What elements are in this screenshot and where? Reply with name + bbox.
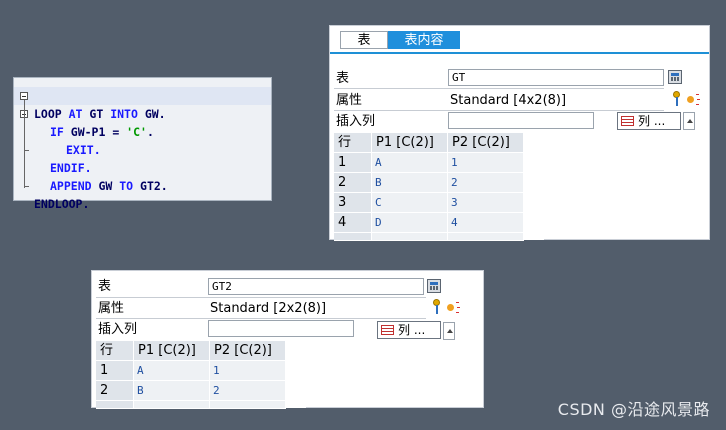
- table-tool-icon[interactable]: [668, 70, 682, 84]
- collapse-loop-icon[interactable]: [20, 92, 28, 100]
- table-cell[interactable]: 3: [448, 193, 524, 213]
- code-line-4[interactable]: ENDIF.: [14, 141, 271, 175]
- row-number-cell[interactable]: 3: [334, 193, 372, 213]
- column-header[interactable]: P2 [C(2)]: [210, 341, 286, 361]
- row-number-cell[interactable]: 2: [334, 173, 372, 193]
- row-divider: [334, 110, 664, 111]
- data-grid: 行 P1 [C(2)] P2 [C(2)] 1 A 1 2 B 2: [96, 341, 306, 409]
- table-cell[interactable]: C: [372, 193, 448, 213]
- code-line-1[interactable]: LOOP AT GT INTO GW.: [14, 87, 271, 121]
- empty-row-cell: [96, 401, 134, 409]
- empty-row-cell: [134, 401, 210, 409]
- insert-column-label: 插入列: [336, 114, 376, 129]
- data-grid: 行 P1 [C(2)] P2 [C(2)] 1 A 1 2 B 2 3 C 3 4 D 4: [334, 133, 544, 241]
- code-line-6[interactable]: ENDLOOP.: [14, 177, 271, 211]
- table-cell[interactable]: 2: [210, 381, 286, 401]
- empty-row-cell: [210, 401, 286, 409]
- row-divider: [334, 88, 664, 89]
- identifier-token: ENDLOOP.: [34, 197, 90, 211]
- attribute-label: 属性: [336, 93, 363, 108]
- code-line-3[interactable]: EXIT.: [14, 123, 271, 157]
- table-cell[interactable]: 1: [448, 153, 524, 173]
- table-columns-icon: [621, 116, 634, 126]
- table-cell[interactable]: 2: [448, 173, 524, 193]
- code-line-2[interactable]: IF GW-P1 = 'C'.: [14, 105, 271, 139]
- row-divider: [96, 297, 426, 298]
- abap-code-editor[interactable]: LOOP AT GT INTO GW. IF GW-P1 = 'C'. EXIT…: [13, 77, 272, 211]
- columns-button[interactable]: 列 ...: [377, 321, 441, 339]
- row-number-cell[interactable]: 4: [334, 213, 372, 233]
- table-cell[interactable]: 4: [448, 213, 524, 233]
- key-icon[interactable]: [431, 299, 441, 315]
- attribute-value: Standard [4x2(8)]: [450, 93, 567, 108]
- column-header[interactable]: P1 [C(2)]: [372, 133, 448, 153]
- code-text: ENDLOOP.: [34, 195, 89, 213]
- code-line-5[interactable]: APPEND GW TO GT2.: [14, 159, 271, 193]
- insert-column-input[interactable]: [208, 320, 354, 337]
- column-header[interactable]: P1 [C(2)]: [134, 341, 210, 361]
- change-icon[interactable]: [687, 92, 701, 106]
- row-number-cell[interactable]: 2: [96, 381, 134, 401]
- tab-table[interactable]: 表: [340, 31, 388, 49]
- columns-button-label: 列 ...: [638, 114, 666, 128]
- table-cell[interactable]: A: [134, 361, 210, 381]
- row-divider: [96, 318, 426, 319]
- fold-end-tick: [24, 186, 29, 187]
- columns-dropdown-button[interactable]: [683, 112, 695, 130]
- columns-button-label: 列 ...: [398, 323, 426, 337]
- change-icon[interactable]: [447, 300, 461, 314]
- tab-table-contents[interactable]: 表内容: [388, 31, 460, 49]
- columns-dropdown-button[interactable]: [443, 322, 455, 340]
- insert-column-input[interactable]: [448, 112, 594, 129]
- column-header[interactable]: 行: [334, 133, 372, 153]
- table-cell[interactable]: B: [372, 173, 448, 193]
- table-cell[interactable]: 1: [210, 361, 286, 381]
- empty-row-cell: [334, 233, 372, 241]
- table-viewer-gt2: 表 GT2 属性 Standard [2x2(8)] 插入列 列 ... 行 P1…: [91, 270, 484, 409]
- table-tool-icon[interactable]: [427, 279, 441, 293]
- table-cell[interactable]: D: [372, 213, 448, 233]
- table-cell[interactable]: A: [372, 153, 448, 173]
- table-columns-icon: [381, 325, 394, 335]
- key-icon[interactable]: [671, 91, 681, 107]
- insert-column-label: 插入列: [98, 322, 138, 337]
- row-number-cell[interactable]: 1: [334, 153, 372, 173]
- table-name-field[interactable]: GT2: [208, 278, 424, 295]
- table-label: 表: [336, 71, 350, 86]
- tab-bar: 表 表内容: [330, 26, 709, 54]
- table-cell[interactable]: B: [134, 381, 210, 401]
- row-number-cell[interactable]: 1: [96, 361, 134, 381]
- fold-end-tick: [24, 150, 29, 151]
- attribute-label: 属性: [98, 301, 125, 316]
- table-viewer-gt: 表 表内容 表 GT 属性 Standard [4x2(8)] 插入列 列 ..…: [329, 25, 710, 241]
- attribute-value: Standard [2x2(8)]: [210, 301, 327, 316]
- column-header[interactable]: 行: [96, 341, 134, 361]
- empty-row-cell: [448, 233, 524, 241]
- watermark: CSDN @沿途风景路: [557, 400, 710, 419]
- table-label: 表: [98, 279, 112, 294]
- columns-button[interactable]: 列 ...: [617, 112, 681, 130]
- fold-guide-line: [24, 100, 25, 188]
- column-header[interactable]: P2 [C(2)]: [448, 133, 524, 153]
- empty-row-cell: [372, 233, 448, 241]
- table-name-field[interactable]: GT: [448, 69, 664, 86]
